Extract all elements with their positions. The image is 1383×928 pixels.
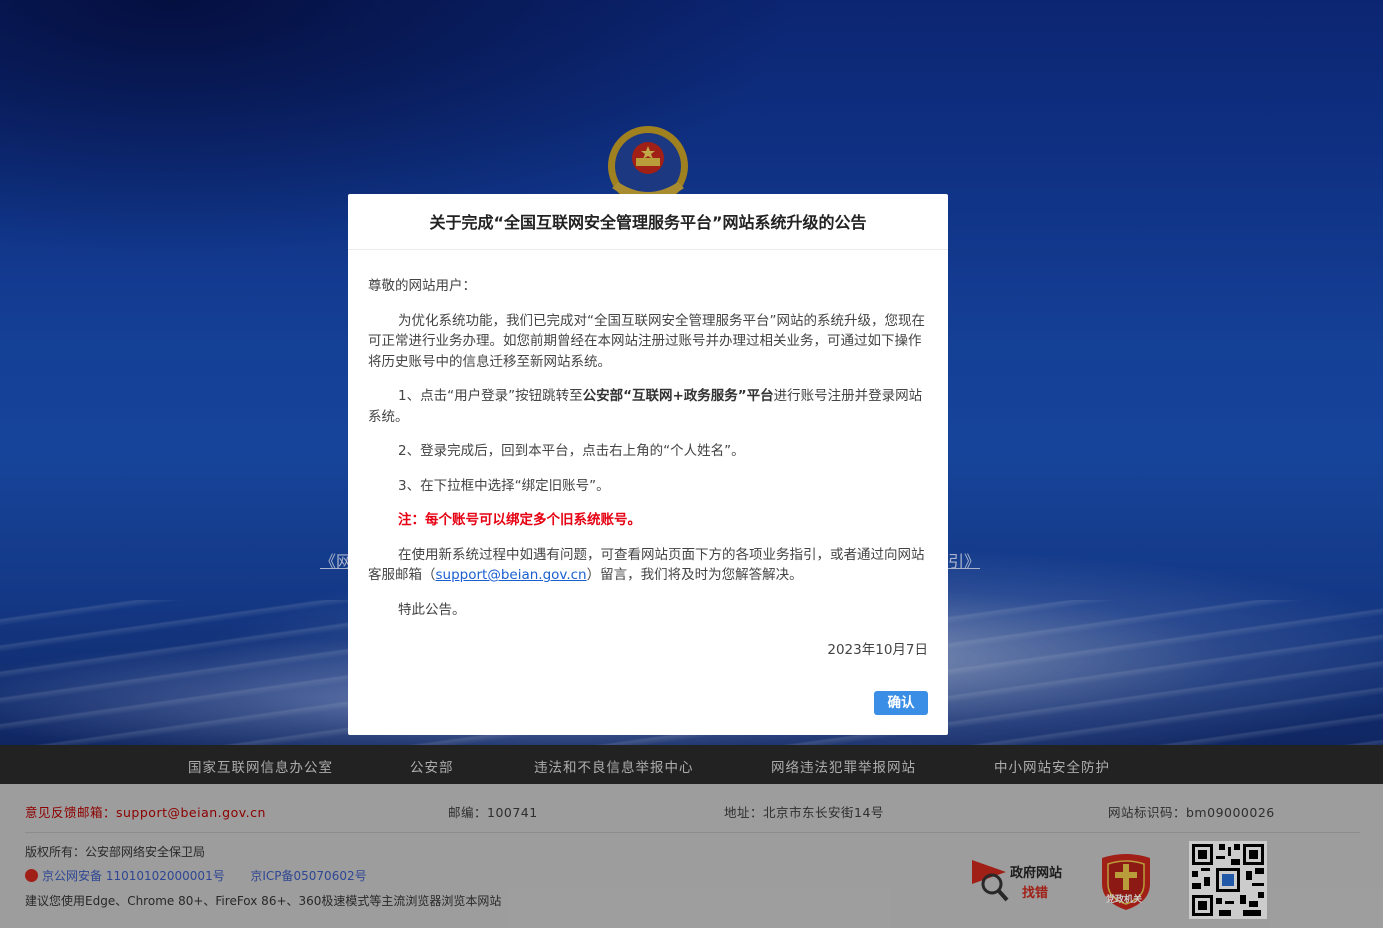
closing: 特此公告。 (398, 601, 466, 618)
greeting: 尊敬的网站用户： (368, 278, 476, 294)
step-3: 3、在下拉框中选择“绑定旧账号”。 (398, 477, 610, 494)
step-1-platform: 公安部“互联网+政务服务”平台 (582, 388, 774, 404)
support-email-link[interactable]: support@beian.gov.cn (436, 567, 587, 583)
help-suffix: ）留言，我们将及时为您解答解决。 (586, 567, 803, 583)
step-1: 1、点击“用户登录”按钮跳转至公安部“互联网+政务服务”平台进行账号注册并登录网… (368, 386, 928, 427)
intro-paragraph: 为优化系统功能，我们已完成对“全国互联网安全管理服务平台”网站的系统升级，您现在… (368, 312, 925, 370)
help-paragraph: 在使用新系统过程中如遇有问题，可查看网站页面下方的各项业务指引，或者通过向网站客… (368, 545, 928, 586)
dialog-title: 关于完成“全国互联网安全管理服务平台”网站系统升级的公告 (348, 194, 948, 250)
step-2: 2、登录完成后，回到本平台，点击右上角的“个人姓名”。 (398, 443, 745, 459)
announcement-date: 2023年10月7日 (827, 642, 928, 658)
step-1-prefix: 1、点击“用户登录”按钮跳转至 (398, 388, 583, 404)
dialog-body: 尊敬的网站用户： 为优化系统功能，我们已完成对“全国互联网安全管理服务平台”网站… (348, 250, 948, 661)
announcement-dialog: 关于完成“全国互联网安全管理服务平台”网站系统升级的公告 尊敬的网站用户： 为优… (348, 194, 948, 735)
confirm-button[interactable]: 确认 (874, 691, 928, 715)
warning-note: 注：每个账号可以绑定多个旧系统账号。 (398, 512, 641, 528)
